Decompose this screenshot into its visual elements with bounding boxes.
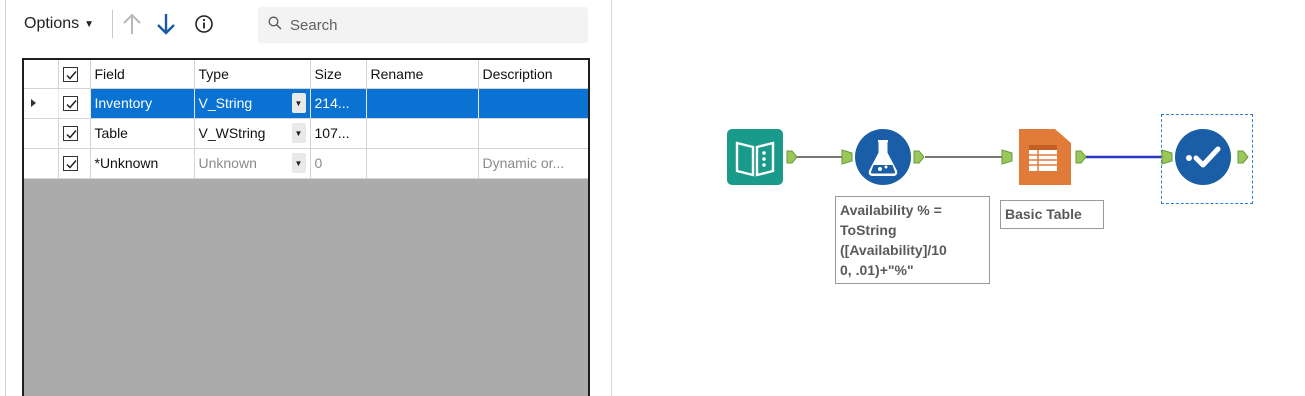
- options-label: Options: [24, 15, 80, 32]
- render-tool[interactable]: [1175, 129, 1231, 185]
- input-anchor[interactable]: [1161, 149, 1173, 165]
- description-cell[interactable]: [478, 88, 588, 119]
- type-value: V_WString: [198, 125, 266, 141]
- size-cell[interactable]: 0: [310, 148, 367, 179]
- grid-header: Field Type Size Rename Description: [24, 60, 588, 89]
- column-header-size[interactable]: Size: [310, 60, 367, 89]
- arrow-down-icon[interactable]: [154, 12, 178, 36]
- field-checkbox[interactable]: [58, 88, 91, 119]
- input-anchor[interactable]: [1001, 149, 1013, 165]
- row-selector[interactable]: [24, 148, 59, 179]
- field-name-cell[interactable]: Table: [90, 118, 195, 149]
- input-data-tool[interactable]: [727, 129, 783, 185]
- search-icon: [268, 16, 282, 35]
- description-cell[interactable]: [478, 118, 588, 149]
- size-cell[interactable]: 107...: [310, 118, 367, 149]
- output-anchor[interactable]: [1075, 150, 1087, 164]
- description-cell[interactable]: Dynamic or...: [478, 148, 588, 179]
- rename-cell[interactable]: [366, 88, 479, 119]
- dropdown-arrow-icon[interactable]: ▼: [291, 93, 306, 113]
- table-row[interactable]: Table V_WString ▼ 107...: [24, 118, 588, 149]
- caret-down-icon: ▼: [84, 18, 95, 30]
- select-all-checkbox[interactable]: [58, 60, 91, 89]
- search-placeholder: Search: [290, 16, 338, 34]
- output-anchor[interactable]: [786, 150, 798, 164]
- info-icon[interactable]: [192, 12, 216, 36]
- basic-table-annotation[interactable]: Basic Table: [1000, 200, 1104, 229]
- dropdown-arrow-icon[interactable]: ▼: [291, 153, 306, 173]
- rename-cell[interactable]: [366, 118, 479, 149]
- type-cell[interactable]: Unknown ▼: [194, 148, 311, 179]
- output-anchor[interactable]: [1237, 150, 1249, 164]
- column-header-type[interactable]: Type: [194, 60, 311, 89]
- toolbar: Options ▼ Search: [0, 0, 600, 48]
- field-checkbox[interactable]: [58, 148, 91, 179]
- field-name-cell[interactable]: Inventory: [90, 88, 195, 119]
- column-header-field[interactable]: Field: [90, 60, 195, 89]
- rename-cell[interactable]: [366, 148, 479, 179]
- type-value: V_String: [198, 95, 253, 111]
- arrow-up-icon[interactable]: [120, 12, 144, 36]
- column-header-rename[interactable]: Rename: [366, 60, 479, 89]
- workflow-canvas[interactable]: Availability % = ToString ([Availability…: [613, 0, 1305, 396]
- annotation-line: ([Availability]/10: [840, 242, 947, 258]
- input-anchor[interactable]: [841, 149, 853, 165]
- field-name-cell[interactable]: *Unknown: [90, 148, 195, 179]
- toolbar-divider: [112, 10, 113, 38]
- annotation-line: ToString: [840, 222, 897, 238]
- annotation-line: 0, .01)+"%": [840, 262, 914, 278]
- table-icon: [1019, 129, 1071, 185]
- row-selector[interactable]: [24, 118, 59, 149]
- book-icon: [727, 129, 783, 185]
- type-cell[interactable]: V_String ▼: [194, 88, 311, 119]
- select-fields-grid: Field Type Size Rename Description Inven…: [22, 58, 590, 396]
- column-header-description[interactable]: Description: [478, 60, 588, 89]
- checkmark-icon: [1175, 129, 1231, 185]
- field-checkbox[interactable]: [58, 118, 91, 149]
- options-button[interactable]: Options ▼: [24, 12, 94, 36]
- type-cell[interactable]: V_WString ▼: [194, 118, 311, 149]
- flask-icon: [855, 129, 911, 185]
- size-cell[interactable]: 214...: [310, 88, 367, 119]
- annotation-line: Availability % =: [840, 202, 942, 218]
- row-selector-arrow-icon[interactable]: [24, 88, 59, 119]
- formula-annotation[interactable]: Availability % = ToString ([Availability…: [835, 196, 990, 284]
- row-header-corner: [24, 60, 59, 89]
- table-row[interactable]: *Unknown Unknown ▼ 0 Dynamic or...: [24, 148, 588, 179]
- table-row[interactable]: Inventory V_String ▼ 214...: [24, 88, 588, 119]
- panel-border: [5, 0, 6, 396]
- configuration-panel: Options ▼ Search Field Type Size Rename …: [0, 0, 612, 396]
- type-value: Unknown: [198, 155, 257, 171]
- search-box[interactable]: Search: [258, 7, 588, 43]
- annotation-line: Basic Table: [1005, 206, 1082, 222]
- basic-table-tool[interactable]: [1015, 129, 1071, 185]
- output-anchor[interactable]: [913, 150, 925, 164]
- formula-tool[interactable]: [855, 129, 911, 185]
- dropdown-arrow-icon[interactable]: ▼: [291, 123, 306, 143]
